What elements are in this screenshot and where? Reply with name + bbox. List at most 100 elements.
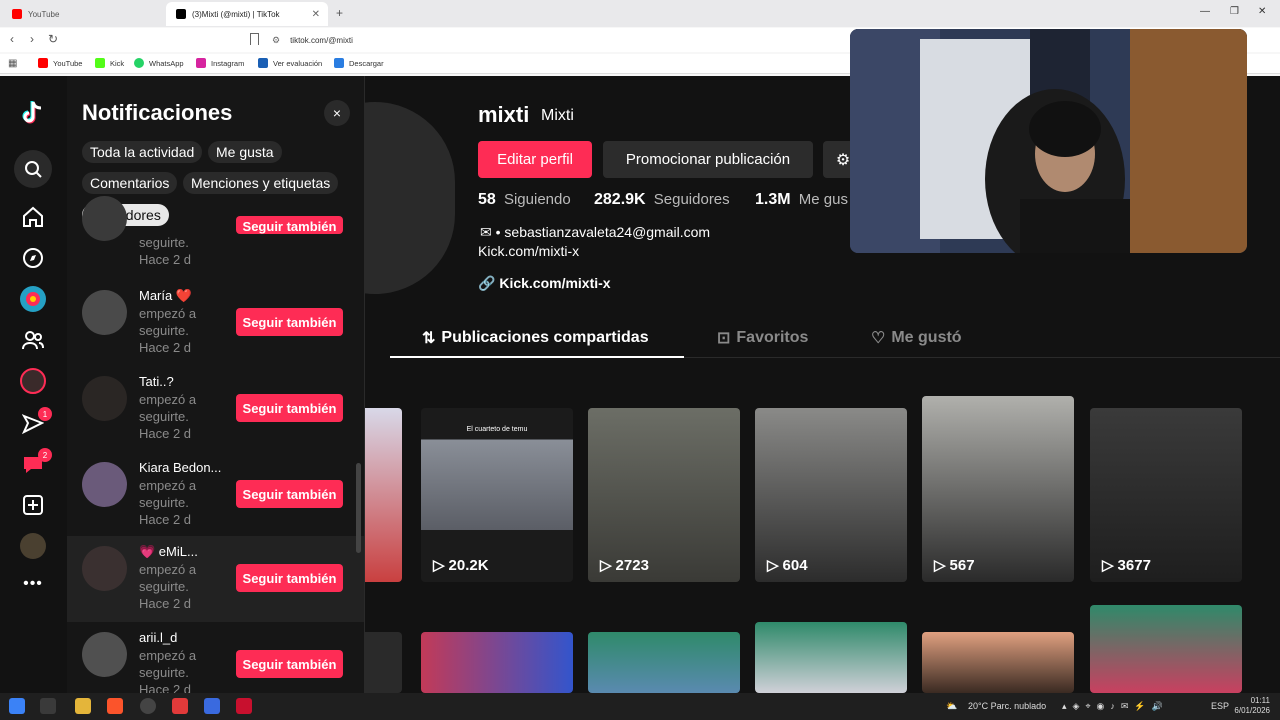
- filter-all-activity[interactable]: Toda la actividad: [82, 141, 203, 163]
- task-view-icon[interactable]: [40, 698, 56, 714]
- list-item[interactable]: arii.l_d empezó a seguirte. Hace 2 d Segui…: [67, 622, 364, 693]
- forward-icon[interactable]: ›: [30, 32, 34, 46]
- close-window-icon[interactable]: ✕: [1258, 6, 1266, 17]
- profile-avatar[interactable]: [365, 102, 455, 294]
- tab-youtube[interactable]: YouTube: [2, 2, 166, 26]
- avatar[interactable]: [82, 290, 127, 335]
- list-item[interactable]: 💗 eMiL... empezó a seguirte. Hace 2 d Segu…: [67, 536, 364, 622]
- video-card[interactable]: ▷ 3677: [1090, 408, 1242, 582]
- avatar[interactable]: [82, 376, 127, 421]
- kick-icon: [95, 58, 105, 68]
- minimize-icon[interactable]: —: [1200, 6, 1210, 17]
- home-icon[interactable]: [20, 204, 46, 230]
- avatar[interactable]: [82, 632, 127, 677]
- profile-avatar-icon[interactable]: [20, 533, 46, 559]
- bookmark-youtube[interactable]: YouTube: [38, 58, 82, 68]
- list-item[interactable]: Kiara Bedon... empezó a seguirte. Hace 2 d…: [67, 452, 364, 538]
- user-name[interactable]: Kiara Bedon...: [139, 460, 229, 475]
- video-card[interactable]: [365, 408, 402, 582]
- filter-likes[interactable]: Me gusta: [208, 141, 282, 163]
- filter-comments[interactable]: Comentarios: [82, 172, 178, 194]
- back-icon[interactable]: ‹: [10, 32, 14, 46]
- scrollbar[interactable]: [356, 463, 361, 553]
- new-tab-button[interactable]: +: [336, 6, 343, 20]
- bookmark-whatsapp[interactable]: WhatsApp: [134, 58, 184, 68]
- bookmark-instagram[interactable]: Instagram: [196, 58, 244, 68]
- create-icon[interactable]: [20, 492, 46, 518]
- video-card[interactable]: El cuarteto de temu ▷ 20.2K: [421, 408, 573, 582]
- user-name[interactable]: 💗 eMiL...: [139, 544, 229, 560]
- promote-post-button[interactable]: Promocionar publicación: [603, 141, 813, 178]
- tab-tiktok[interactable]: (3)Mixti (@mixti) | TikTok ✕: [166, 2, 328, 26]
- language-indicator[interactable]: ESP: [1211, 701, 1229, 711]
- avatar[interactable]: [82, 546, 127, 591]
- stat-followers[interactable]: 282.9K Seguidores: [594, 191, 730, 209]
- live-icon[interactable]: [20, 286, 46, 312]
- obs-icon[interactable]: [140, 698, 156, 714]
- bookmark-evaluacion[interactable]: Ver evaluación: [258, 58, 322, 68]
- user-name[interactable]: arii.l_d: [139, 630, 229, 645]
- video-card[interactable]: [365, 632, 402, 693]
- system-tray-icons[interactable]: ▴◈⌖◉♪✉⚡🔊: [1062, 701, 1202, 712]
- notification-text: empezó a seguirte. Hace 2 d: [139, 562, 197, 611]
- stat-label: Siguiendo: [503, 191, 571, 208]
- video-card[interactable]: [1090, 605, 1242, 693]
- friends-icon[interactable]: [20, 327, 46, 353]
- brave-browser-icon[interactable]: [107, 698, 123, 714]
- app-icon[interactable]: [172, 698, 188, 714]
- tab-liked[interactable]: ♡ Me gustó: [871, 328, 962, 348]
- restore-icon[interactable]: ❐: [1230, 6, 1239, 17]
- follow-back-button[interactable]: Seguir también: [236, 564, 343, 592]
- apps-icon[interactable]: ▦: [8, 58, 17, 69]
- follow-back-button[interactable]: Seguir también: [236, 394, 343, 422]
- upload-avatar-icon[interactable]: [20, 368, 46, 394]
- app-icon[interactable]: [204, 698, 220, 714]
- follow-back-button[interactable]: Seguir también: [236, 650, 343, 678]
- webcam-overlay: [850, 29, 1247, 253]
- bookmark-descargar[interactable]: Descargar: [334, 58, 384, 68]
- follow-back-button[interactable]: Seguir también: [236, 480, 343, 508]
- edit-profile-button[interactable]: Editar perfil: [478, 141, 592, 178]
- avatar[interactable]: [82, 196, 127, 241]
- avatar[interactable]: [82, 462, 127, 507]
- video-card[interactable]: [922, 632, 1074, 693]
- video-card[interactable]: ▷ 2723: [588, 408, 740, 582]
- list-item[interactable]: seguirte. Hace 2 d Seguir también: [67, 196, 364, 272]
- windows-start-icon[interactable]: [9, 698, 25, 714]
- reload-icon[interactable]: ↻: [48, 32, 58, 46]
- video-card[interactable]: ▷ 604: [755, 408, 907, 582]
- filter-mentions[interactable]: Menciones y etiquetas: [183, 172, 339, 194]
- explore-icon[interactable]: [20, 245, 46, 271]
- weather-text[interactable]: 20°C Parc. nublado: [968, 701, 1046, 711]
- site-settings-icon[interactable]: ⚙: [272, 35, 280, 46]
- list-item[interactable]: María ❤️ empezó a seguirte. Hace 2 d Segui…: [67, 280, 364, 366]
- app-icon[interactable]: [236, 698, 252, 714]
- user-name[interactable]: Tati..?: [139, 374, 229, 389]
- view-count: ▷ 2723: [600, 556, 649, 575]
- video-card[interactable]: [588, 632, 740, 693]
- video-card[interactable]: ▷ 567: [922, 396, 1074, 582]
- follow-back-button[interactable]: Seguir también: [236, 308, 343, 336]
- bookmark-kick[interactable]: Kick: [95, 58, 124, 68]
- tab-reposts[interactable]: ⇅ Publicaciones compartidas: [422, 328, 649, 348]
- bookmark-icon[interactable]: [250, 33, 259, 45]
- video-card[interactable]: [755, 622, 907, 693]
- clock[interactable]: 01:11 6/01/2026: [1234, 696, 1270, 716]
- weather-icon[interactable]: ⛅: [946, 701, 957, 712]
- more-icon[interactable]: •••: [20, 571, 46, 597]
- url-text: tiktok.com/@mixti: [290, 35, 353, 45]
- video-card[interactable]: [421, 632, 573, 693]
- stat-following[interactable]: 58 Siguiendo: [478, 191, 571, 209]
- user-name[interactable]: María ❤️: [139, 288, 229, 304]
- url-bar[interactable]: ⚙ tiktok.com/@mixti: [272, 31, 832, 49]
- tiktok-logo-icon[interactable]: [20, 100, 46, 126]
- list-item[interactable]: Tati..? empezó a seguirte. Hace 2 d Seguir…: [67, 366, 364, 452]
- profile-link[interactable]: 🔗 Kick.com/mixti-x: [478, 275, 611, 292]
- close-tab-icon[interactable]: ✕: [312, 9, 320, 20]
- follow-back-button[interactable]: Seguir también: [236, 216, 343, 234]
- profile-link-text: Kick.com/mixti-x: [499, 275, 611, 291]
- search-icon[interactable]: [14, 150, 52, 188]
- close-icon[interactable]: ×: [324, 100, 350, 126]
- tab-favorites[interactable]: ⊡ Favoritos: [717, 328, 808, 348]
- file-explorer-icon[interactable]: [75, 698, 91, 714]
